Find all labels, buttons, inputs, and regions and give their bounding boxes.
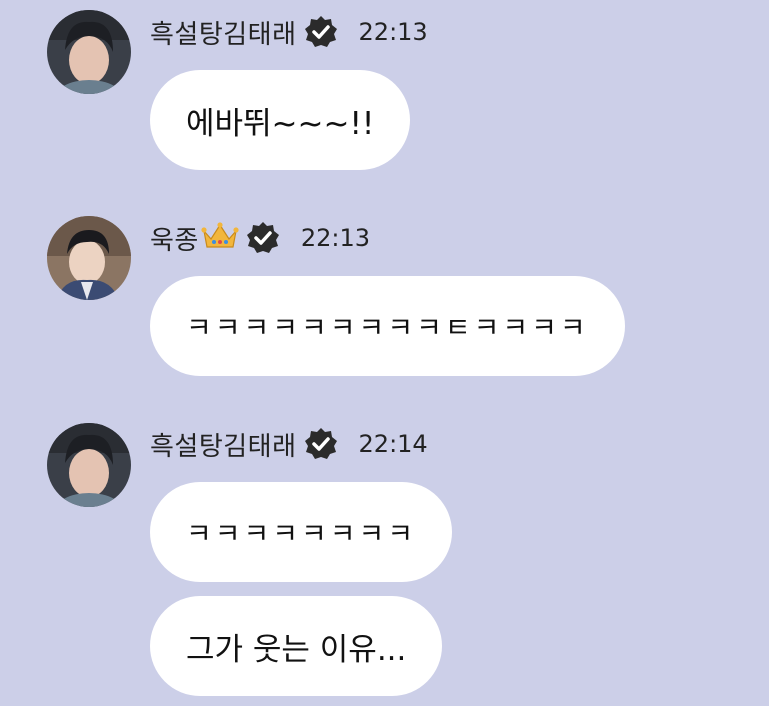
avatar-photo-icon: [47, 423, 131, 507]
avatar[interactable]: [47, 10, 131, 94]
sender-name[interactable]: 흑설탕김태래: [150, 426, 297, 463]
message-text: ㅋㅋㅋㅋㅋㅋㅋㅋㅋㅌㅋㅋㅋㅋ: [186, 311, 589, 344]
message-time: 22:13: [358, 18, 428, 46]
crown-icon: [201, 221, 239, 255]
message-header: 흑설탕김태래 22:13: [150, 12, 428, 52]
verified-icon: [303, 426, 339, 462]
message-text: 그가 웃는 이유...: [186, 631, 407, 668]
sender-name[interactable]: 욱종: [150, 220, 199, 257]
message-header: 흑설탕김태래 22:14: [150, 424, 428, 464]
avatar[interactable]: [47, 423, 131, 507]
message-bubble[interactable]: ㅋㅋㅋㅋㅋㅋㅋㅋㅋㅌㅋㅋㅋㅋ: [150, 276, 625, 376]
message-time: 22:13: [300, 224, 371, 252]
message-text: ㅋㅋㅋㅋㅋㅋㅋㅋ: [186, 517, 417, 550]
verified-icon: [303, 14, 339, 50]
message-text: 에바뛰~~~!!: [186, 105, 375, 142]
message-bubble[interactable]: 그가 웃는 이유...: [150, 596, 443, 696]
message-bubble[interactable]: 에바뛰~~~!!: [150, 70, 411, 170]
message-header: 욱종 22:13: [150, 218, 370, 258]
verified-icon: [245, 220, 281, 256]
avatar-photo-icon: [47, 216, 131, 300]
avatar-photo-icon: [47, 10, 131, 94]
avatar[interactable]: [47, 216, 131, 300]
message-bubble[interactable]: ㅋㅋㅋㅋㅋㅋㅋㅋ: [150, 482, 453, 582]
sender-name[interactable]: 흑설탕김태래: [150, 14, 297, 51]
message-time: 22:14: [358, 430, 428, 458]
